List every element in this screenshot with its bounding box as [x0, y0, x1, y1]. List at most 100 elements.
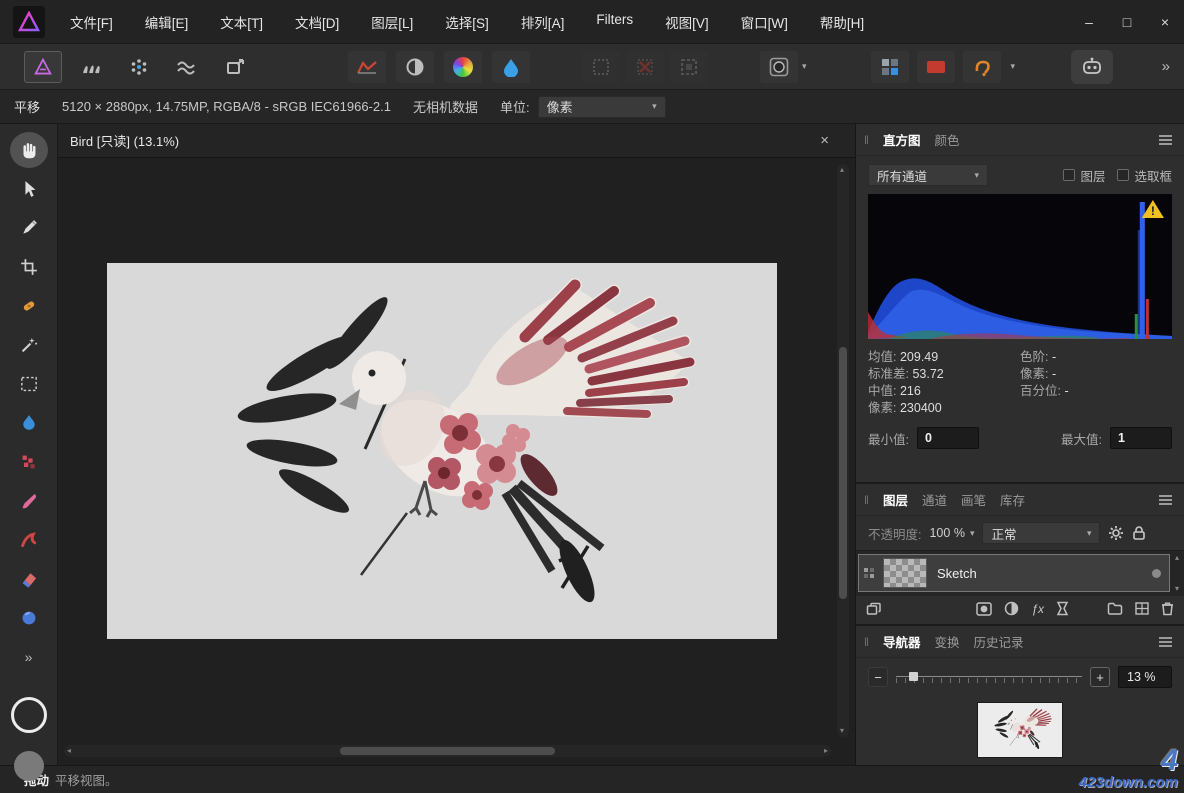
- export-slice-icon[interactable]: [216, 51, 254, 83]
- opacity-dropdown[interactable]: 100 % ▾: [929, 526, 974, 540]
- min-value-input[interactable]: 0: [917, 427, 979, 449]
- auto-levels-icon[interactable]: [348, 51, 386, 83]
- color-wheel-icon[interactable]: [444, 51, 482, 83]
- tab-close-icon[interactable]: ×: [820, 132, 829, 149]
- assistant-dots-icon[interactable]: [120, 51, 158, 83]
- layer-row[interactable]: Sketch: [858, 554, 1170, 592]
- color-picker-tool[interactable]: [10, 210, 48, 246]
- zoom-out-button[interactable]: −: [868, 667, 888, 687]
- assistant-hook-icon[interactable]: [963, 51, 1001, 83]
- horizontal-scroll-thumb[interactable]: [340, 747, 555, 755]
- tab-navigator[interactable]: 导航器: [883, 632, 921, 651]
- group-layers-icon[interactable]: [1107, 602, 1123, 615]
- panel-drag-handle[interactable]: ‖: [864, 635, 869, 649]
- view-hand-tool[interactable]: [10, 132, 48, 168]
- scroll-up-icon[interactable]: ▴: [840, 166, 844, 174]
- paint-brush-tool[interactable]: [10, 483, 48, 519]
- layer-select-toggle-icon[interactable]: [863, 567, 875, 579]
- unit-select[interactable]: 像素 ▾: [538, 96, 666, 118]
- scroll-right-icon[interactable]: ▸: [824, 747, 828, 755]
- blend-mode-select[interactable]: 正常 ▾: [982, 522, 1100, 544]
- zoom-slider-thumb[interactable]: [909, 672, 918, 681]
- flood-fill-tool[interactable]: [10, 405, 48, 441]
- layer-visibility-toggle[interactable]: [1152, 569, 1161, 578]
- bird-image[interactable]: [107, 263, 777, 639]
- crop-tool[interactable]: [10, 249, 48, 285]
- toolbar-overflow-chevron[interactable]: »: [1162, 58, 1170, 75]
- scroll-left-icon[interactable]: ◂: [67, 747, 71, 755]
- maximize-button[interactable]: □: [1108, 0, 1146, 44]
- zoom-slider-track[interactable]: [896, 676, 1082, 677]
- layer-checkbox-box[interactable]: [1063, 169, 1075, 181]
- blur-tool[interactable]: [10, 600, 48, 636]
- scroll-down-icon[interactable]: ▾: [840, 727, 844, 735]
- color-selector-ring[interactable]: [11, 697, 47, 733]
- tab-channels[interactable]: 通道: [922, 490, 947, 509]
- vertical-scrollbar[interactable]: ▴ ▾: [837, 164, 849, 737]
- adjustment-layer-icon[interactable]: [1004, 601, 1019, 616]
- marquee-checkbox[interactable]: 选取框: [1117, 166, 1172, 185]
- zoom-in-button[interactable]: +: [1090, 667, 1110, 687]
- layer-thumbnail[interactable]: [883, 558, 927, 588]
- panel-menu-icon[interactable]: [1159, 637, 1172, 647]
- menu-document[interactable]: 文档[D]: [295, 12, 339, 32]
- pixel-brush-tool[interactable]: [10, 444, 48, 480]
- tab-histogram[interactable]: 直方图: [883, 130, 921, 149]
- marquee-tool[interactable]: [10, 366, 48, 402]
- document-tab[interactable]: Bird [只读] (13.1%): [70, 131, 179, 150]
- zoom-slider[interactable]: [896, 669, 1082, 685]
- mask-layer-icon[interactable]: [976, 602, 992, 616]
- document-canvas[interactable]: ▴ ▾ ◂ ▸: [58, 158, 855, 765]
- tone-mapping-icon[interactable]: [396, 51, 434, 83]
- menu-file[interactable]: 文件[F]: [70, 12, 113, 32]
- panel-menu-icon[interactable]: [1159, 135, 1172, 145]
- smudge-tool[interactable]: [10, 522, 48, 558]
- delete-layer-icon[interactable]: [1161, 601, 1174, 616]
- snapping-icon[interactable]: [871, 51, 909, 83]
- menu-select[interactable]: 选择[S]: [445, 12, 489, 32]
- panel-menu-icon[interactable]: [1159, 495, 1172, 505]
- menu-arrange[interactable]: 排列[A]: [521, 12, 565, 32]
- tab-transform[interactable]: 变换: [934, 632, 959, 651]
- selection-brush-tool[interactable]: [10, 327, 48, 363]
- photo-persona-button[interactable]: [24, 51, 62, 83]
- red-swatch-icon[interactable]: [917, 51, 955, 83]
- menu-edit[interactable]: 编辑[E]: [145, 12, 189, 32]
- tab-history[interactable]: 历史记录: [974, 632, 1024, 651]
- layer-settings-gear-icon[interactable]: [1108, 525, 1124, 541]
- histogram-display[interactable]: !: [868, 194, 1172, 339]
- minimize-button[interactable]: –: [1070, 0, 1108, 44]
- layer-checkbox[interactable]: 图层: [1063, 166, 1105, 185]
- live-filter-icon[interactable]: [1056, 601, 1069, 616]
- layer-effects-icon[interactable]: ƒx: [1031, 602, 1044, 616]
- menu-filters[interactable]: Filters: [596, 12, 633, 32]
- brush-strokes-icon[interactable]: [72, 51, 110, 83]
- assistant-caret-icon[interactable]: ▾: [1011, 61, 1016, 72]
- eraser-tool[interactable]: [10, 561, 48, 597]
- assistant-robot-icon[interactable]: [1071, 50, 1113, 84]
- tab-brushes[interactable]: 画笔: [961, 490, 986, 509]
- move-tool[interactable]: [10, 171, 48, 207]
- waves-icon[interactable]: [168, 51, 206, 83]
- horizontal-scrollbar[interactable]: ◂ ▸: [64, 745, 831, 757]
- navigator-thumbnail[interactable]: [977, 702, 1063, 758]
- menu-layer[interactable]: 图层[L]: [371, 12, 413, 32]
- layer-scroll-down-icon[interactable]: ▾: [1175, 584, 1179, 593]
- healing-brush-tool[interactable]: [10, 288, 48, 324]
- panel-drag-handle[interactable]: ‖: [864, 493, 869, 507]
- duplicate-layer-icon[interactable]: [866, 602, 882, 616]
- panel-drag-handle[interactable]: ‖: [864, 133, 869, 147]
- marquee-checkbox-box[interactable]: [1117, 169, 1129, 181]
- tab-color[interactable]: 颜色: [934, 130, 959, 149]
- channel-select[interactable]: 所有通道 ▾: [868, 164, 988, 186]
- layer-list-scrollbar[interactable]: ▴ ▾: [1171, 553, 1183, 593]
- quick-mask-caret-icon[interactable]: ▾: [802, 61, 807, 72]
- tab-stock[interactable]: 库存: [1000, 490, 1025, 509]
- secondary-color-circle[interactable]: [14, 751, 44, 781]
- max-value-input[interactable]: 1: [1110, 427, 1172, 449]
- menu-help[interactable]: 帮助[H]: [820, 12, 864, 32]
- close-button[interactable]: ×: [1146, 0, 1184, 44]
- lock-icon[interactable]: [1132, 525, 1146, 541]
- vertical-scroll-thumb[interactable]: [839, 347, 847, 599]
- menu-window[interactable]: 窗口[W]: [741, 12, 788, 32]
